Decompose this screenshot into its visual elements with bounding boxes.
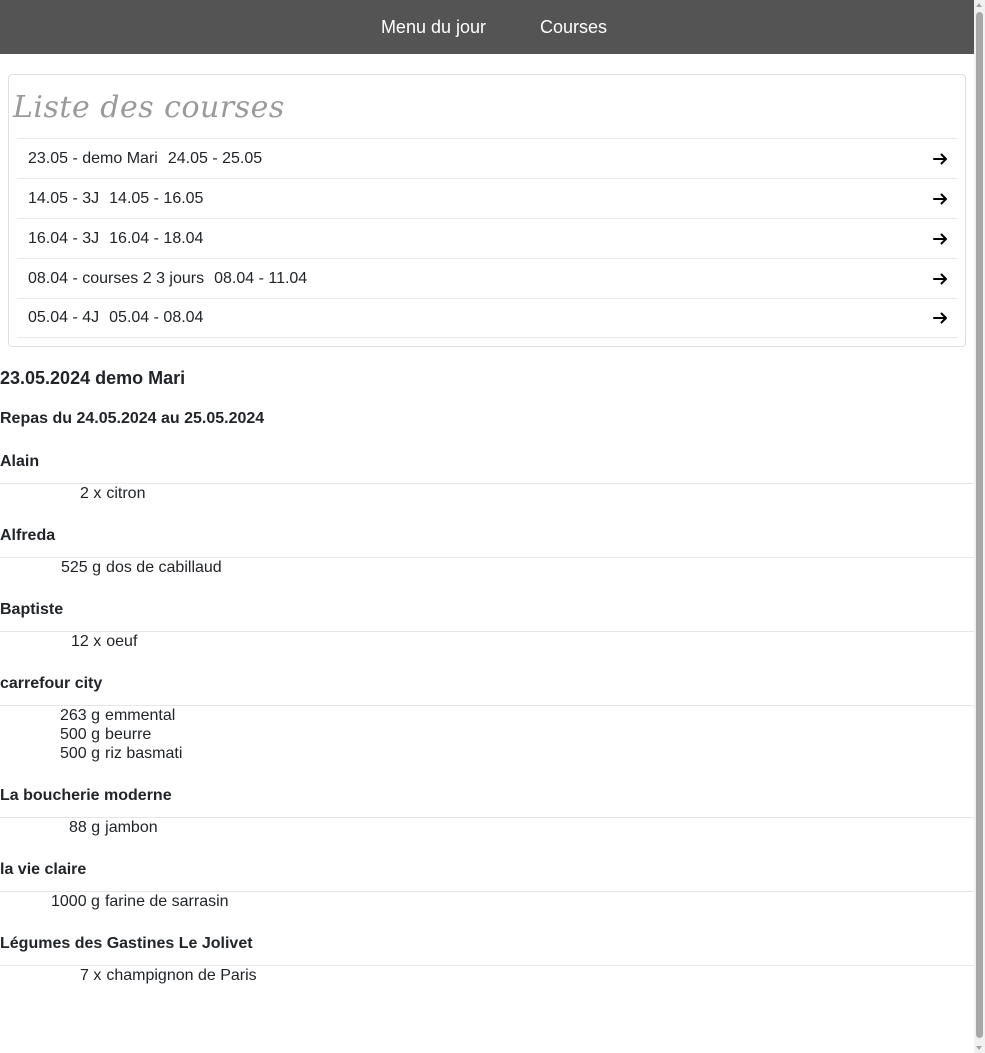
shop-items: 1000 g farine de sarrasin bbox=[51, 892, 229, 911]
arrow-right-icon[interactable] bbox=[933, 271, 949, 287]
card-title: Liste des courses bbox=[13, 90, 285, 125]
scroll-down-arrow-icon[interactable] bbox=[976, 1046, 982, 1050]
list-item-name: 23.05 - demo Mari bbox=[28, 149, 158, 167]
arrow-right-icon[interactable] bbox=[933, 310, 949, 326]
item-name: champignon de Paris bbox=[106, 967, 257, 984]
navbar: Menu du jour Courses bbox=[0, 0, 974, 54]
shop-name: Baptiste bbox=[0, 601, 64, 618]
shopping-list: 23.05 - demo Mari 24.05 - 25.05 14.05 - … bbox=[17, 138, 957, 338]
list-item-name: 05.04 - 4J bbox=[28, 309, 100, 326]
shop-items: 7 x champignon de Paris bbox=[80, 966, 257, 985]
item-name: dos de cabillaud bbox=[106, 559, 222, 576]
list-item[interactable]: 05.04 - 4J 05.04 - 08.04 bbox=[17, 298, 957, 338]
shop-section: Légumes des Gastines Le Jolivet 7 x cham… bbox=[0, 934, 974, 985]
shop-section: La boucherie moderne 88 g jambon bbox=[0, 786, 974, 837]
item-name: jambon bbox=[105, 819, 158, 836]
item-name: emmental bbox=[105, 707, 176, 724]
nav-menu-du-jour[interactable]: Menu du jour bbox=[381, 17, 486, 38]
list-title: 23.05.2024 demo Mari bbox=[0, 368, 186, 388]
item-quantity: 12 x bbox=[71, 633, 102, 650]
shop-items: 263 g emmental 500 g beurre 500 g riz ba… bbox=[60, 706, 182, 763]
arrow-right-icon[interactable] bbox=[933, 191, 949, 207]
list-item[interactable]: 23.05 - demo Mari 24.05 - 25.05 bbox=[17, 138, 957, 178]
shopping-list-detail: 23.05.2024 demo Mari Repas du 24.05.2024… bbox=[0, 367, 974, 985]
item-quantity: 1000 g bbox=[51, 893, 100, 910]
page: Menu du jour Courses Liste des courses 2… bbox=[0, 0, 974, 1053]
list-item-name: 14.05 - 3J bbox=[28, 189, 100, 207]
item-quantity: 2 x bbox=[80, 485, 102, 502]
item-quantity: 500 g bbox=[60, 745, 101, 762]
shop-name: la vie claire bbox=[0, 861, 87, 878]
list-item[interactable]: 14.05 - 3J 14.05 - 16.05 bbox=[17, 178, 957, 218]
shop-items: 525 g dos de cabillaud bbox=[61, 558, 222, 577]
shop-section: Baptiste 12 x oeuf bbox=[0, 600, 974, 651]
list-item[interactable]: 16.04 - 3J 16.04 - 18.04 bbox=[17, 218, 957, 258]
item-name: riz basmati bbox=[105, 745, 183, 762]
item-name: farine de sarrasin bbox=[104, 893, 229, 910]
item-quantity: 500 g bbox=[60, 726, 101, 743]
shop-section: la vie claire 1000 g farine de sarrasin bbox=[0, 860, 974, 911]
shop-items: 88 g jambon bbox=[69, 818, 158, 837]
shop-name: Légumes des Gastines Le Jolivet bbox=[0, 935, 253, 952]
shop-items: 12 x oeuf bbox=[71, 632, 137, 651]
arrow-right-icon[interactable] bbox=[933, 231, 949, 247]
vertical-scrollbar[interactable] bbox=[974, 0, 985, 1053]
shop-name: La boucherie moderne bbox=[0, 787, 172, 804]
item-quantity: 88 g bbox=[69, 819, 101, 836]
item-quantity: 525 g bbox=[61, 559, 102, 576]
list-item-dates: 24.05 - 25.05 bbox=[167, 149, 263, 167]
shop-section: Alfreda 525 g dos de cabillaud bbox=[0, 526, 974, 577]
list-item-name: 08.04 - courses 2 3 jours bbox=[28, 269, 205, 287]
list-item-dates: 05.04 - 08.04 bbox=[109, 309, 204, 326]
item-name: citron bbox=[106, 485, 146, 502]
shop-section: carrefour city 263 g emmental 500 g beur… bbox=[0, 674, 974, 763]
divider bbox=[0, 631, 974, 632]
shopping-lists-card: Liste des courses 23.05 - demo Mari 24.0… bbox=[8, 74, 966, 347]
list-item-dates: 16.04 - 18.04 bbox=[109, 229, 204, 247]
shop-name: Alain bbox=[0, 453, 40, 470]
shop-items: 2 x citron bbox=[80, 484, 145, 503]
meal-range: Repas du 24.05.2024 au 25.05.2024 bbox=[0, 410, 265, 427]
item-name: beurre bbox=[105, 726, 152, 743]
nav-courses[interactable]: Courses bbox=[540, 17, 607, 38]
item-quantity: 263 g bbox=[60, 707, 101, 724]
scrollbar-thumb[interactable] bbox=[976, 12, 983, 1038]
item-quantity: 7 x bbox=[80, 967, 102, 984]
list-item[interactable]: 08.04 - courses 2 3 jours 08.04 - 11.04 bbox=[17, 258, 957, 298]
scroll-up-arrow-icon[interactable] bbox=[976, 3, 982, 7]
list-item-dates: 14.05 - 16.05 bbox=[109, 189, 204, 207]
list-item-name: 16.04 - 3J bbox=[28, 229, 100, 247]
list-item-dates: 08.04 - 11.04 bbox=[214, 269, 308, 287]
shop-section: Alain 2 x citron bbox=[0, 452, 974, 503]
shop-name: Alfreda bbox=[0, 527, 56, 544]
item-name: oeuf bbox=[106, 633, 138, 650]
divider bbox=[0, 483, 974, 484]
arrow-right-icon[interactable] bbox=[933, 151, 949, 167]
shop-name: carrefour city bbox=[0, 675, 103, 692]
